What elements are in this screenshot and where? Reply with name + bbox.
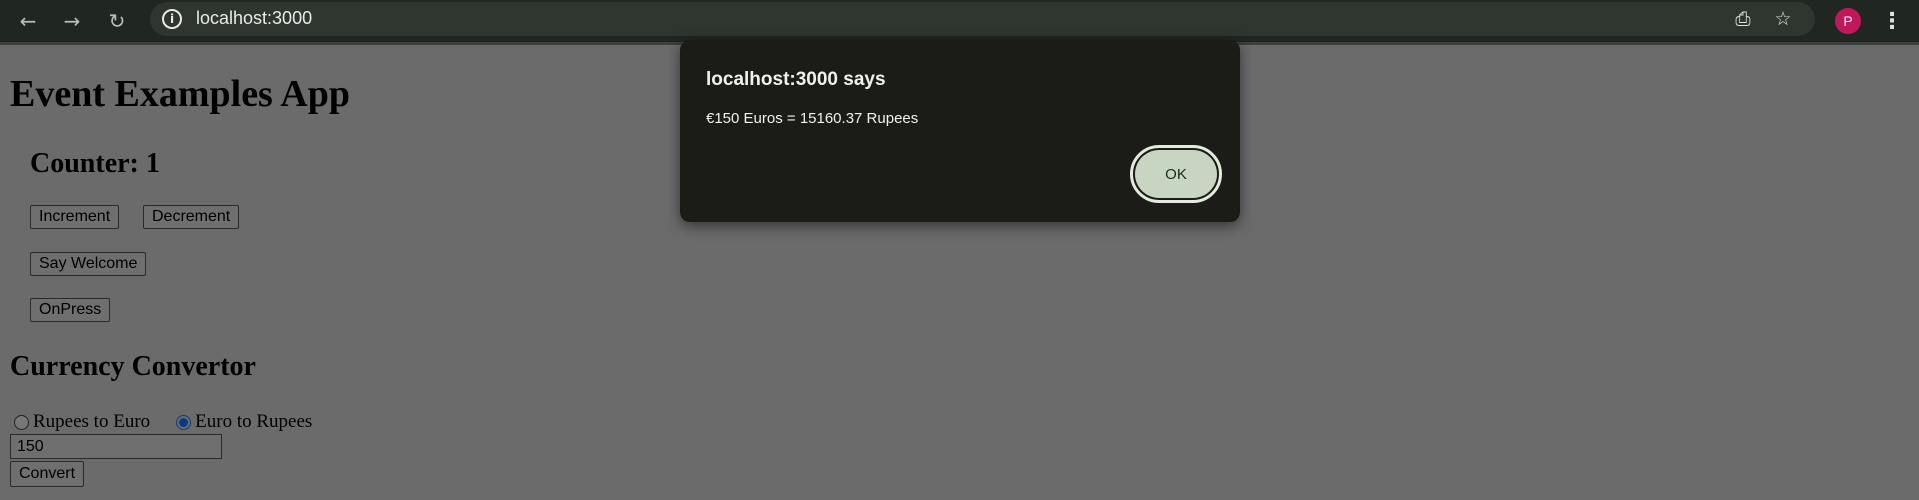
amount-input[interactable]: 150 <box>10 434 222 459</box>
radio-rupees-to-euro[interactable] <box>14 414 29 430</box>
page-title: Event Examples App <box>10 73 350 115</box>
increment-button[interactable]: Increment <box>30 205 120 229</box>
label-euro-to-rupees[interactable]: Euro to Rupees <box>195 411 312 433</box>
reload-icon[interactable]: ↻ <box>101 5 133 37</box>
conversion-options: Rupees to Euro Euro to Rupees <box>14 411 312 433</box>
star-icon[interactable]: ☆ <box>1770 7 1796 31</box>
radio-euro-to-rupees[interactable] <box>176 414 192 430</box>
dialog-title: localhost:3000 says <box>706 69 886 90</box>
ok-button[interactable]: OK <box>1135 150 1217 198</box>
forward-icon[interactable]: → <box>56 5 88 37</box>
convert-button[interactable]: Convert <box>10 461 85 487</box>
say-welcome-button[interactable]: Say Welcome <box>30 252 147 276</box>
currency-heading: Currency Convertor <box>10 351 256 382</box>
dialog-message: €150 Euros = 15160.37 Rupees <box>706 110 919 127</box>
address-bar[interactable]: i localhost:3000 ⎙ ☆ <box>150 2 1815 36</box>
counter-heading: Counter: 1 <box>30 148 160 179</box>
back-icon[interactable]: ← <box>12 5 44 37</box>
url-text[interactable]: localhost:3000 <box>196 8 312 29</box>
more-vert-icon[interactable]: ⋮ <box>1880 6 1904 36</box>
browser-toolbar: ← → ↻ i localhost:3000 ⎙ ☆ P ⋮ <box>0 0 1919 45</box>
alert-dialog: localhost:3000 says €150 Euros = 15160.3… <box>680 40 1240 222</box>
decrement-button[interactable]: Decrement <box>143 205 240 229</box>
info-icon[interactable]: i <box>162 9 182 29</box>
label-rupees-to-euro[interactable]: Rupees to Euro <box>33 411 150 433</box>
install-app-icon[interactable]: ⎙ <box>1730 7 1756 31</box>
onpress-button[interactable]: OnPress <box>30 298 111 322</box>
avatar[interactable]: P <box>1835 8 1861 34</box>
